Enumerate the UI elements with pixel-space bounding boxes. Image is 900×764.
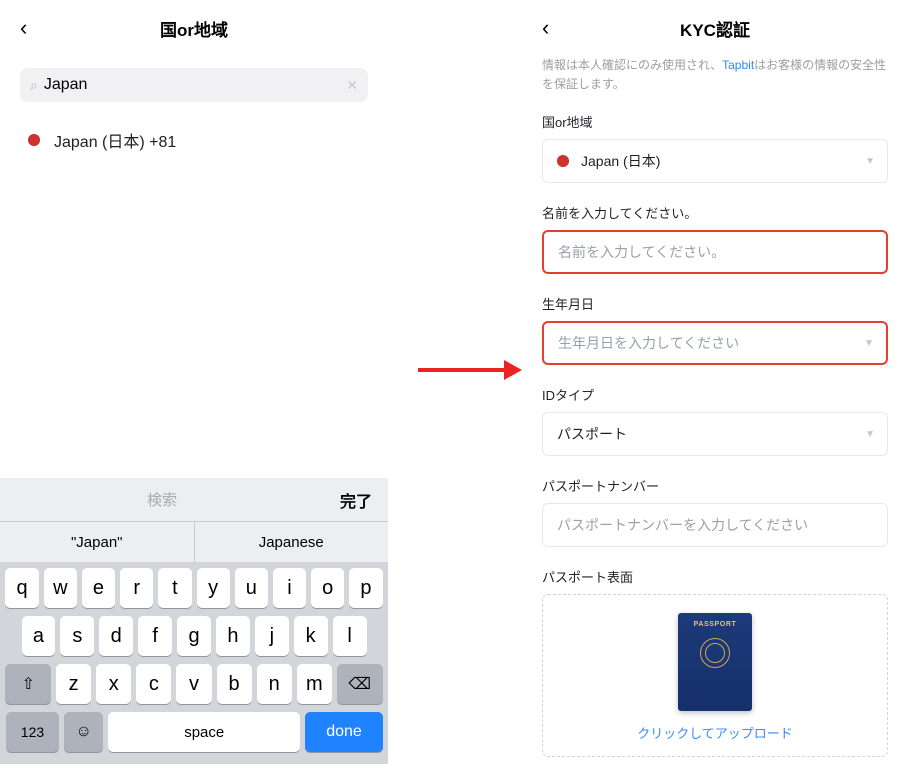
key-row-3: ⇧ z x c v b n m ⌫	[3, 664, 385, 704]
idtype-select[interactable]: パスポート ▼	[542, 412, 888, 456]
flow-arrow-icon	[418, 360, 522, 380]
key-u[interactable]: u	[235, 568, 268, 608]
key-j[interactable]: j	[255, 616, 289, 656]
back-icon[interactable]: ‹	[542, 15, 566, 41]
upload-text: クリックしてアップロード	[637, 723, 793, 742]
kyc-form-screen: ‹ KYC認証 情報は本人確認にのみ使用され、Tapbitはお客様の情報の安全性…	[530, 0, 900, 764]
right-header: ‹ KYC認証	[542, 0, 888, 56]
key-emoji[interactable]: ☺	[64, 712, 103, 752]
search-input[interactable]	[44, 76, 346, 94]
keyboard-search-label: 検索	[0, 489, 324, 510]
tapbit-link[interactable]: Tapbit	[722, 58, 754, 72]
key-v[interactable]: v	[176, 664, 211, 704]
key-n[interactable]: n	[257, 664, 292, 704]
kyc-info-text: 情報は本人確認にのみ使用され、Tapbitはお客様の情報の安全性を保証します。	[542, 56, 888, 94]
key-space[interactable]: space	[108, 712, 301, 752]
key-o[interactable]: o	[311, 568, 344, 608]
search-icon: ⌕	[30, 77, 38, 94]
key-i[interactable]: i	[273, 568, 306, 608]
key-m[interactable]: m	[297, 664, 332, 704]
key-c[interactable]: c	[136, 664, 171, 704]
passnum-input[interactable]: パスポートナンバーを入力してください	[542, 503, 888, 547]
clear-icon[interactable]: ✕	[346, 77, 358, 94]
key-123[interactable]: 123	[6, 712, 60, 752]
key-x[interactable]: x	[96, 664, 131, 704]
chevron-down-icon: ▼	[864, 338, 874, 349]
name-placeholder: 名前を入力してください。	[558, 242, 725, 262]
key-z[interactable]: z	[56, 664, 91, 704]
key-s[interactable]: s	[60, 616, 94, 656]
keyboard-done-top[interactable]: 完了	[324, 488, 388, 512]
region-value: Japan (日本)	[581, 151, 660, 171]
key-row-1: q w e r t y u i o p	[3, 568, 385, 608]
search-field[interactable]: ⌕ ✕	[20, 68, 368, 102]
region-select[interactable]: Japan (日本) ▼	[542, 139, 888, 183]
suggestion-2[interactable]: Japanese	[195, 522, 389, 562]
key-h[interactable]: h	[216, 616, 250, 656]
chevron-down-icon: ▼	[865, 156, 875, 167]
flag-icon	[28, 134, 40, 146]
left-header: ‹ 国or地域	[0, 0, 388, 56]
passport-crest-icon	[700, 638, 730, 668]
keyboard-keys: q w e r t y u i o p a s d f g h j k l	[0, 562, 388, 764]
key-t[interactable]: t	[158, 568, 191, 608]
key-r[interactable]: r	[120, 568, 153, 608]
dob-select[interactable]: 生年月日を入力してください ▼	[542, 321, 888, 365]
key-row-4: 123 ☺ space done	[3, 712, 385, 752]
passnum-label: パスポートナンバー	[542, 476, 888, 495]
chevron-down-icon: ▼	[865, 429, 875, 440]
country-select-screen: ‹ 国or地域 ⌕ ✕ Japan (日本) +81 検索 完了 "Japan"…	[0, 0, 388, 764]
key-y[interactable]: y	[197, 568, 230, 608]
key-e[interactable]: e	[82, 568, 115, 608]
passport-upload[interactable]: PASSPORT クリックしてアップロード	[542, 594, 888, 757]
key-w[interactable]: w	[44, 568, 77, 608]
dob-placeholder: 生年月日を入力してください	[558, 333, 739, 353]
key-d[interactable]: d	[99, 616, 133, 656]
key-backspace[interactable]: ⌫	[337, 664, 383, 704]
key-a[interactable]: a	[22, 616, 56, 656]
region-label: 国or地域	[542, 112, 888, 131]
key-l[interactable]: l	[333, 616, 367, 656]
country-result-label: Japan (日本) +81	[54, 128, 176, 152]
keyboard-accessory: 検索 完了	[0, 478, 388, 522]
flag-icon	[557, 155, 569, 167]
dob-label: 生年月日	[542, 294, 888, 313]
passport-word: PASSPORT	[694, 621, 737, 628]
idtype-value: パスポート	[557, 424, 627, 444]
passnum-placeholder: パスポートナンバーを入力してください	[557, 515, 808, 535]
key-g[interactable]: g	[177, 616, 211, 656]
left-title: 国or地域	[44, 16, 344, 41]
right-title: KYC認証	[566, 16, 864, 41]
passport-icon: PASSPORT	[678, 613, 752, 711]
key-row-2: a s d f g h j k l	[3, 616, 385, 656]
country-result-japan[interactable]: Japan (日本) +81	[0, 112, 388, 168]
info-pre: 情報は本人確認にのみ使用され、	[542, 58, 722, 72]
name-input[interactable]: 名前を入力してください。	[542, 230, 888, 274]
keyboard-suggestions: "Japan" Japanese	[0, 522, 388, 562]
passface-label: パスポート表面	[542, 567, 888, 586]
key-p[interactable]: p	[349, 568, 382, 608]
back-icon[interactable]: ‹	[20, 15, 44, 41]
suggestion-1[interactable]: "Japan"	[0, 522, 195, 562]
idtype-label: IDタイプ	[542, 385, 888, 404]
key-q[interactable]: q	[5, 568, 38, 608]
key-done[interactable]: done	[305, 712, 382, 752]
name-label: 名前を入力してください。	[542, 203, 888, 222]
key-k[interactable]: k	[294, 616, 328, 656]
key-b[interactable]: b	[217, 664, 252, 704]
software-keyboard: 検索 完了 "Japan" Japanese q w e r t y u i o…	[0, 478, 388, 764]
key-f[interactable]: f	[138, 616, 172, 656]
key-shift[interactable]: ⇧	[5, 664, 51, 704]
